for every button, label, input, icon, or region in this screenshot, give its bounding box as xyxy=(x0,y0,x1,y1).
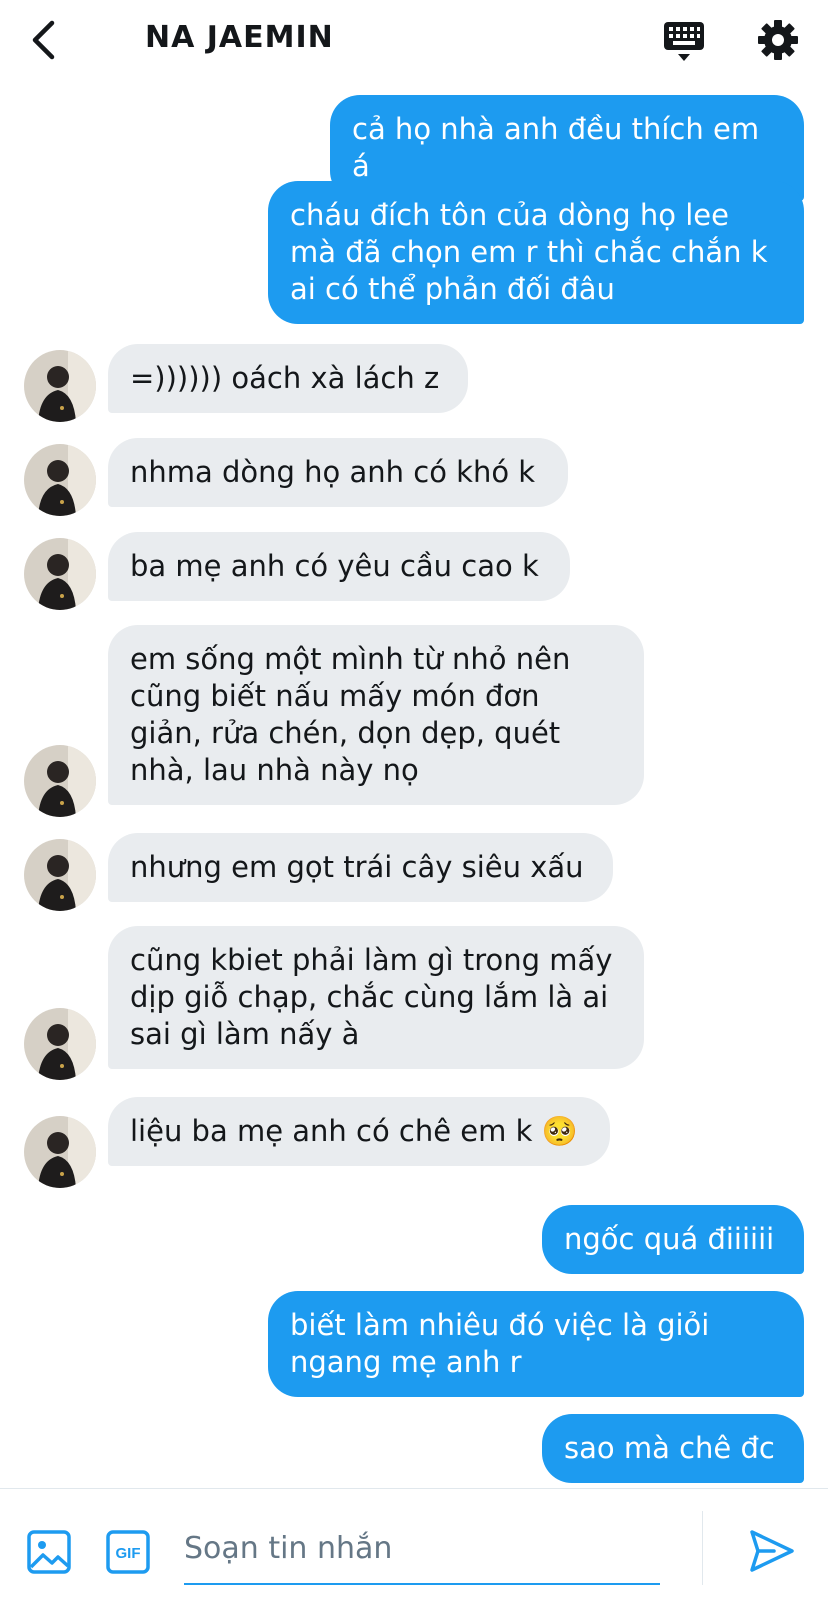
avatar[interactable] xyxy=(24,538,96,610)
received-message[interactable]: cũng kbiet phải làm gì trong mấy dịp giỗ… xyxy=(108,926,644,1069)
gif-icon: GIF xyxy=(106,1530,150,1574)
avatar[interactable] xyxy=(24,350,96,422)
avatar-photo xyxy=(24,444,96,516)
sent-message[interactable]: sao mà chê đc xyxy=(542,1414,804,1483)
message-input[interactable] xyxy=(184,1513,660,1585)
avatar-photo xyxy=(24,1008,96,1080)
received-message[interactable]: ba mẹ anh có yêu cầu cao k xyxy=(108,532,570,601)
received-message[interactable]: nhưng em gọt trái cây siêu xấu xyxy=(108,833,613,902)
keyboard-button[interactable] xyxy=(660,16,708,64)
avatar[interactable] xyxy=(24,745,96,817)
avatar-photo xyxy=(24,839,96,911)
add-gif-button[interactable]: GIF xyxy=(105,1529,151,1575)
send-icon xyxy=(750,1530,794,1572)
settings-button[interactable] xyxy=(754,16,802,64)
received-message[interactable]: liệu ba mẹ anh có chê em k 🥺 xyxy=(108,1097,610,1166)
composer-divider xyxy=(702,1511,703,1585)
avatar-photo xyxy=(24,538,96,610)
received-message[interactable]: nhma dòng họ anh có khó k xyxy=(108,438,568,507)
gear-icon xyxy=(758,20,798,60)
avatar-photo xyxy=(24,350,96,422)
avatar-photo xyxy=(24,745,96,817)
avatar[interactable] xyxy=(24,444,96,516)
chevron-left-icon xyxy=(32,20,55,60)
send-button[interactable] xyxy=(748,1527,796,1575)
received-message[interactable]: =)))))) oách xà lách z xyxy=(108,344,468,413)
message-composer: GIF xyxy=(0,1488,828,1611)
sent-message[interactable]: ngốc quá điiiiii xyxy=(542,1205,804,1274)
avatar[interactable] xyxy=(24,1008,96,1080)
avatar[interactable] xyxy=(24,1116,96,1188)
chat-header: NA JAEMIN xyxy=(0,0,828,80)
back-button[interactable] xyxy=(24,18,64,62)
sent-message[interactable]: cháu đích tôn của dòng họ lee mà đã chọn… xyxy=(268,181,804,324)
keyboard-icon xyxy=(664,22,704,61)
sent-message[interactable]: biết làm nhiêu đó việc là giỏi ngang mẹ … xyxy=(268,1291,804,1397)
avatar[interactable] xyxy=(24,839,96,911)
add-photo-button[interactable] xyxy=(26,1529,72,1575)
avatar-photo xyxy=(24,1116,96,1188)
image-icon xyxy=(27,1530,71,1574)
conversation-title[interactable]: NA JAEMIN xyxy=(145,20,334,55)
received-message[interactable]: em sống một mình từ nhỏ nên cũng biết nấ… xyxy=(108,625,644,805)
gif-label: GIF xyxy=(116,1545,141,1562)
